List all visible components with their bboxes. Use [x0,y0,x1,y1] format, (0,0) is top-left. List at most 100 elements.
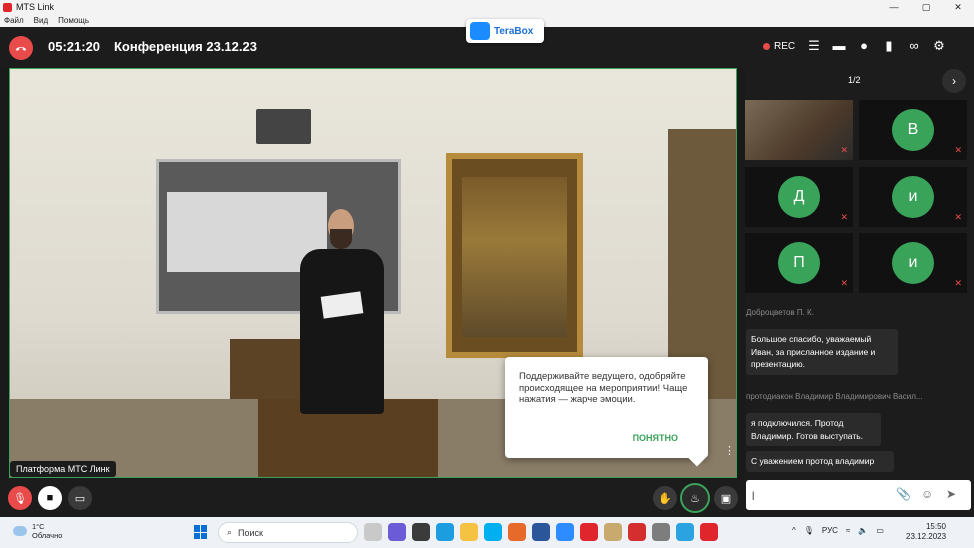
battery-icon[interactable]: ▭ [876,526,884,535]
participants-icon[interactable]: ● [856,38,872,54]
send-icon[interactable]: ➤ [946,487,956,501]
teams-icon[interactable] [388,523,406,541]
volume-icon[interactable]: 🔈 [858,526,868,535]
chat-sender: Доброцветов П. К. [746,308,814,317]
taskbar-clock[interactable]: 15:50 23.12.2023 [906,522,946,542]
window-titlebar: MTS Link — ▢ ✕ [0,0,974,14]
firefox-icon[interactable] [508,523,526,541]
participant-tile[interactable]: П ✕ [745,233,853,293]
link-icon[interactable]: ∞ [906,38,922,54]
tray-chevron-up-icon[interactable]: ^ [792,526,796,535]
participants-panel: 1/2 › ✕ В ✕ Д ✕ и ✕ П ✕ и ✕ Доброцветов … [745,67,974,517]
microphone-tray-icon[interactable]: 🎙 [804,526,814,535]
participant-tile[interactable]: и ✕ [859,167,967,227]
screen-share-button[interactable]: ▭ [68,486,92,510]
popup-ok-button[interactable]: ПОНЯТНО [633,433,678,443]
avatar: и [892,176,934,218]
hangup-button[interactable] [9,36,33,60]
opera-icon[interactable] [580,523,598,541]
emoji-icon[interactable]: ☺ [921,487,933,501]
chat-input[interactable] [752,485,882,505]
fire-icon: ♨ [690,492,700,505]
mic-muted-icon: ✕ [954,212,962,222]
windows-start-icon[interactable] [194,525,208,539]
mic-muted-icon: ✕ [954,278,962,288]
video-projector [256,109,311,144]
video-chair [230,339,302,399]
avatar: Д [778,176,820,218]
folder-icon[interactable] [460,523,478,541]
mic-off-icon: 🎙 [13,492,27,505]
word-icon[interactable] [532,523,550,541]
window-controls: — ▢ ✕ [878,0,974,14]
zoom-icon[interactable] [556,523,574,541]
layout-icon: ▣ [720,492,732,505]
hand-icon: ✋ [658,492,672,505]
recording-indicator[interactable]: REC [763,41,795,52]
participant-tile[interactable]: Д ✕ [745,167,853,227]
participant-tile[interactable]: В ✕ [859,100,967,160]
monitor-icon: ▭ [74,492,86,505]
menu-view[interactable]: Вид [34,16,48,25]
chat-icon[interactable]: ▬ [831,38,847,54]
settings-icon[interactable]: ⚙ [931,38,947,54]
mts-link-taskbar-icon[interactable] [700,523,718,541]
conference-title: Конференция 23.12.23 [114,39,257,54]
taskview-icon[interactable] [364,523,382,541]
microphone-toggle[interactable]: 🎙 [8,486,32,510]
camera-toggle[interactable]: ■ [38,486,62,510]
video-more-icon[interactable]: ⋮ [724,446,735,457]
mic-muted-icon: ✕ [954,145,962,155]
search-placeholder: Поиск [238,527,263,538]
skype-icon[interactable] [484,523,502,541]
mic-muted-icon: ✕ [840,145,848,155]
video-speaker [300,209,384,414]
taskbar-search[interactable]: ⌕ Поиск [218,522,358,543]
next-page-button[interactable]: › [942,69,966,93]
agenda-icon[interactable]: ☰ [806,38,822,54]
app-icon[interactable] [604,523,622,541]
acrobat-icon[interactable] [628,523,646,541]
reactions-hint-popup: Поддерживайте ведущего, одобряйте происх… [505,357,708,458]
terabox-label: TeraBox [494,25,534,37]
chat-message: я подключился. Протод Владимир. Готов вы… [746,413,881,446]
minimize-button[interactable]: — [878,0,910,14]
windows-taskbar: 1°C Облачно ⌕ Поиск ^ 🎙 РУС ≈ 🔈 ▭ 15:50 … [0,517,974,548]
weather-widget[interactable]: 1°C Облачно [13,522,62,540]
conference-header: 05:21:20 Конференция 23.12.23 TeraBox RE… [0,19,974,67]
close-window-button[interactable]: ✕ [942,0,974,14]
menu-file[interactable]: Файл [4,16,24,25]
avatar: и [892,242,934,284]
clock-time: 15:50 [925,522,946,531]
wifi-icon[interactable]: ≈ [846,526,850,535]
chat-input-bar: 📎 ☺ ➤ [746,480,971,510]
edge-icon[interactable] [436,523,454,541]
terabox-button[interactable]: TeraBox [466,19,544,43]
mic-muted-icon: ✕ [840,212,848,222]
participant-tile[interactable]: ✕ [745,100,853,160]
mic-muted-icon: ✕ [840,278,848,288]
record-dot-icon [763,43,770,50]
participant-tile[interactable]: и ✕ [859,233,967,293]
reaction-fire-button[interactable]: ♨ [680,483,710,513]
paperclip-icon[interactable]: 📎 [896,487,911,501]
camera-icon: ■ [46,492,54,504]
document-icon[interactable]: ▮ [881,38,897,54]
phone-hangup-icon [15,46,27,51]
app-icon[interactable] [652,523,670,541]
system-tray: ^ 🎙 РУС ≈ 🔈 ▭ [792,526,884,535]
language-indicator[interactable]: РУС [822,526,838,535]
chevron-right-icon: › [952,74,956,88]
layout-toggle-button[interactable]: ▣ [714,486,738,510]
raise-hand-button[interactable]: ✋ [653,486,677,510]
popup-text: Поддерживайте ведущего, одобряйте происх… [519,371,688,405]
cloud-icon [13,526,27,536]
explorer-app-icon[interactable] [412,523,430,541]
maximize-button[interactable]: ▢ [910,0,942,14]
video-icon-painting [446,153,583,358]
telegram-icon[interactable] [676,523,694,541]
weather-description: Облачно [32,531,63,540]
chat-message: Большое спасибо, уважаемый Иван, за прис… [746,329,898,375]
avatar: В [892,109,934,151]
menu-help[interactable]: Помощь [58,16,89,25]
